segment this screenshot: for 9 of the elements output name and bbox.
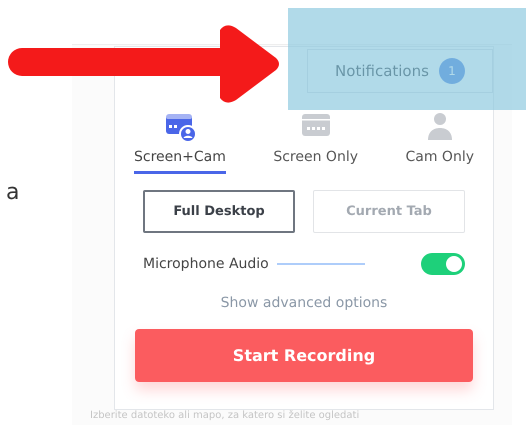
- screen-person-icon: [164, 111, 196, 143]
- mode-tab[interactable]: Screen Only: [273, 111, 358, 174]
- mode-tab[interactable]: Screen+Cam: [134, 111, 226, 174]
- page-text: a: [6, 180, 20, 205]
- mode-tab[interactable]: Cam Only: [405, 111, 474, 174]
- microphone-label: Microphone Audio: [143, 256, 269, 272]
- microphone-toggle[interactable]: [421, 253, 465, 275]
- count-badge: 1: [438, 58, 465, 84]
- capture-option-button[interactable]: Full Desktop: [143, 190, 295, 233]
